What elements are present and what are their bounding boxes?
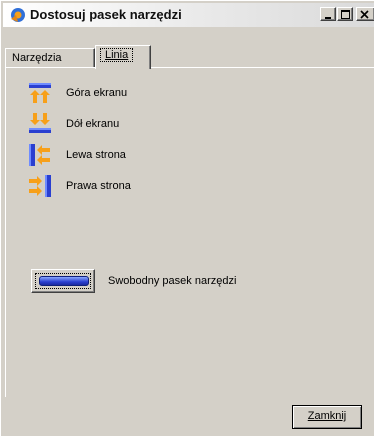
dock-right-icon <box>28 174 52 198</box>
app-icon <box>11 8 25 22</box>
option-label: Lewa strona <box>66 149 126 161</box>
option-top[interactable]: Góra ekranu <box>28 81 328 105</box>
option-label: Dół ekranu <box>66 118 120 130</box>
tab-label: Linia <box>100 48 134 62</box>
floating-toolbar-button[interactable] <box>31 269 95 293</box>
maximize-icon <box>341 10 350 19</box>
option-bottom[interactable]: Dół ekranu <box>28 112 328 136</box>
floating-toolbar-label: Swobodny pasek narzędzi <box>108 275 237 287</box>
close-window-button[interactable] <box>356 7 374 21</box>
dock-left-icon <box>28 143 52 167</box>
minimize-button[interactable] <box>320 7 336 21</box>
close-button[interactable]: Zamknij <box>292 405 362 429</box>
tab-narzedzia[interactable]: Narzędzia <box>5 48 95 68</box>
option-label: Góra ekranu <box>66 87 128 99</box>
maximize-button[interactable] <box>337 7 353 21</box>
customize-toolbar-window: Dostosuj pasek narzędzi Narzędzia Linia <box>0 0 374 436</box>
option-right[interactable]: Prawa strona <box>28 174 328 198</box>
option-label: Prawa strona <box>66 180 131 192</box>
dock-bottom-icon <box>28 112 52 136</box>
focus-rect <box>35 273 91 289</box>
title-bar[interactable]: Dostosuj pasek narzędzi <box>3 3 374 27</box>
window-title: Dostosuj pasek narzędzi <box>30 7 182 22</box>
close-icon <box>360 10 369 19</box>
dock-top-icon <box>28 81 52 105</box>
tab-linia[interactable]: Linia <box>95 45 151 69</box>
close-button-label: Zamknij <box>307 410 347 422</box>
tab-panel: Góra ekranu Dół ekranu Lewa strona Prawa… <box>5 67 374 397</box>
minimize-icon <box>325 17 331 19</box>
tab-label: Narzędzia <box>12 52 62 64</box>
option-left[interactable]: Lewa strona <box>28 143 328 167</box>
